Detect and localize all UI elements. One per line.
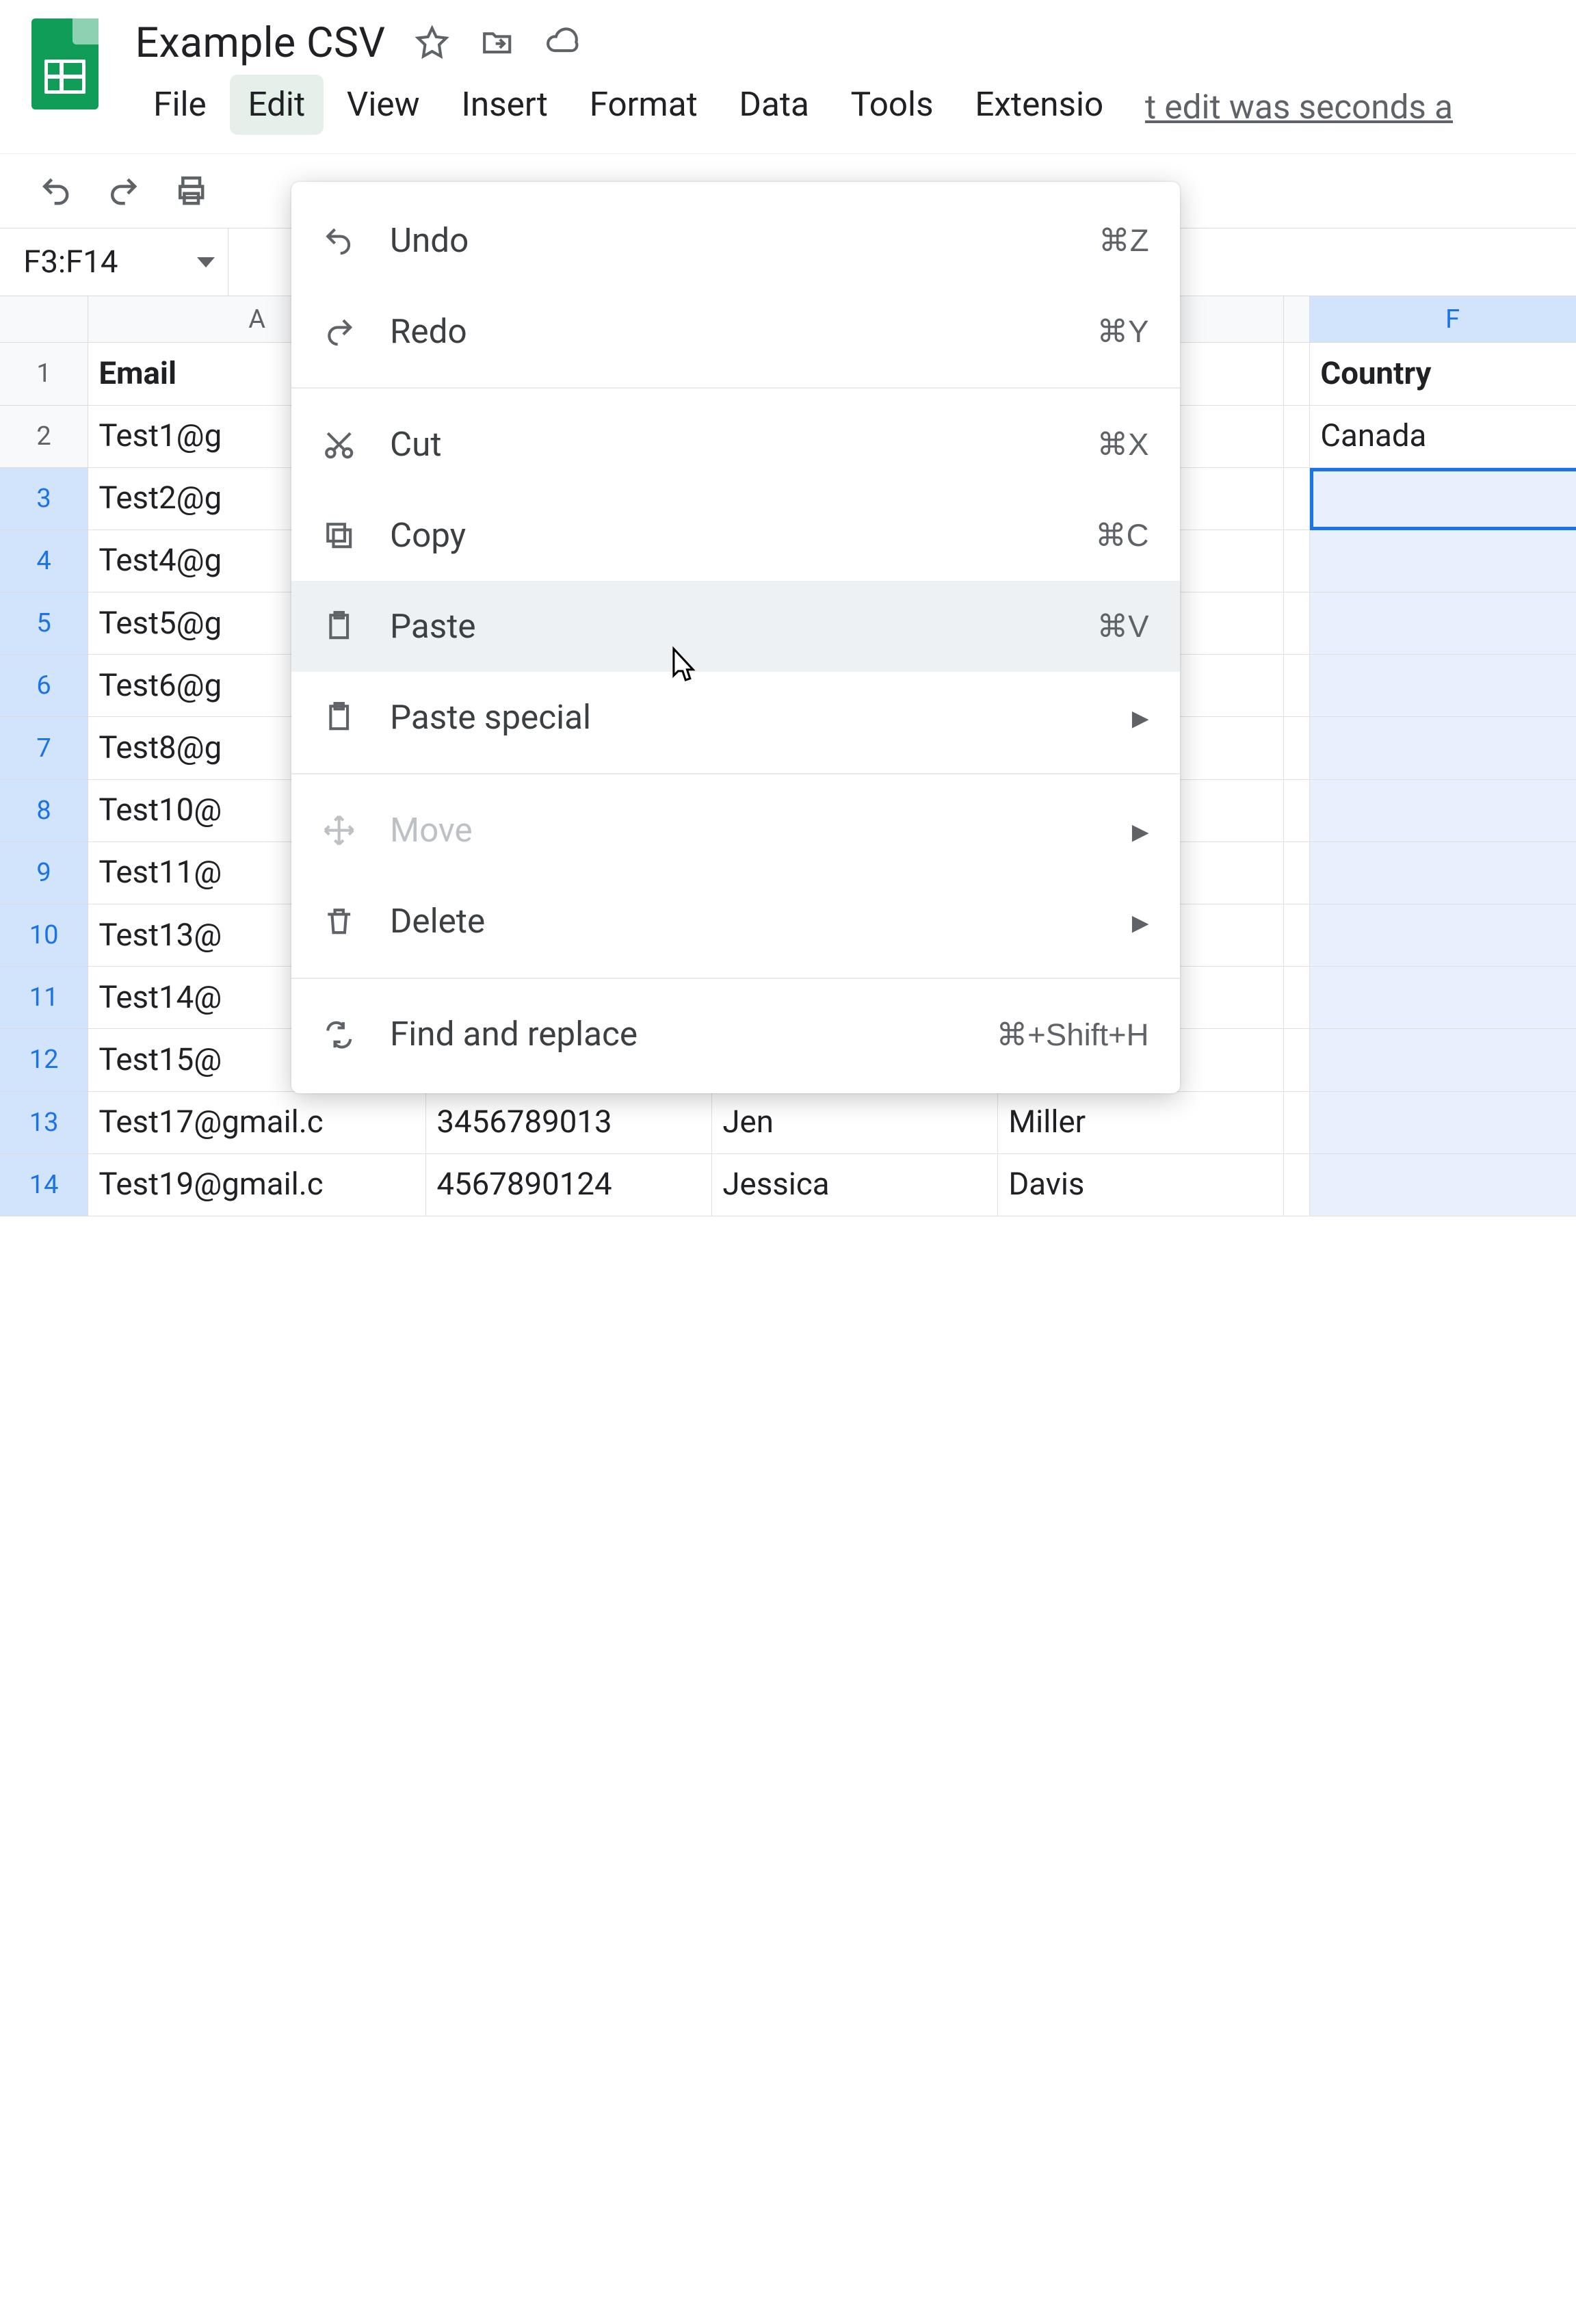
row-header[interactable]: 13 [0, 1092, 88, 1154]
find-replace-icon [319, 1015, 358, 1054]
cell-E-9[interactable] [1284, 842, 1310, 904]
cell-F-5[interactable] [1310, 592, 1576, 655]
cell-E-6[interactable] [1284, 655, 1310, 717]
cell-B-14[interactable]: 4567890124 [426, 1154, 712, 1216]
row-header[interactable]: 3 [0, 468, 88, 530]
menu-edit[interactable]: Edit [230, 75, 324, 135]
cell-E-11[interactable] [1284, 967, 1310, 1029]
submenu-arrow-icon: ▸ [1132, 811, 1149, 851]
caret-down-icon [197, 257, 215, 267]
edit-dropdown-menu: Undo ⌘Z Redo ⌘Y Cut ⌘X Copy ⌘C Paste ⌘V … [291, 182, 1181, 1093]
cut-icon [319, 425, 358, 464]
sheets-logo[interactable] [31, 18, 99, 109]
cell-E-5[interactable] [1284, 592, 1310, 655]
col-header-E[interactable] [1284, 296, 1310, 343]
menu-item-paste-special[interactable]: Paste special ▸ [291, 672, 1181, 763]
paste-icon [319, 698, 358, 737]
row-header[interactable]: 2 [0, 406, 88, 468]
menu-data[interactable]: Data [721, 75, 828, 135]
menu-item-redo[interactable]: Redo ⌘Y [291, 286, 1181, 377]
cell-C-13[interactable]: Jen [712, 1092, 998, 1154]
menu-item-find-replace[interactable]: Find and replace ⌘+Shift+H [291, 989, 1181, 1080]
cell-E-4[interactable] [1284, 530, 1310, 592]
cell-E-2[interactable] [1284, 406, 1310, 468]
menu-format[interactable]: Format [571, 75, 715, 135]
cell-F-8[interactable] [1310, 780, 1576, 842]
cell-C-14[interactable]: Jessica [712, 1154, 998, 1216]
cell-B-13[interactable]: 3456789013 [426, 1092, 712, 1154]
copy-icon [319, 516, 358, 555]
cell-F-14[interactable] [1310, 1154, 1576, 1216]
row-header[interactable]: 7 [0, 717, 88, 779]
col-header-F[interactable]: F [1310, 296, 1576, 343]
cell-F-10[interactable] [1310, 904, 1576, 967]
cell-F-7[interactable] [1310, 717, 1576, 779]
cell-E-1[interactable] [1284, 343, 1310, 405]
cell-F-12[interactable] [1310, 1029, 1576, 1091]
menu-item-delete[interactable]: Delete ▸ [291, 876, 1181, 967]
name-box[interactable]: F3:F14 [0, 229, 228, 296]
cell-F-9[interactable] [1310, 842, 1576, 904]
cell-F-6[interactable] [1310, 655, 1576, 717]
cell-F-1[interactable]: Country [1310, 343, 1576, 405]
redo-icon [319, 312, 358, 351]
row-header[interactable]: 14 [0, 1154, 88, 1216]
menu-view[interactable]: View [328, 75, 438, 135]
cell-F-3[interactable] [1310, 468, 1576, 530]
submenu-arrow-icon: ▸ [1132, 697, 1149, 737]
cell-E-10[interactable] [1284, 904, 1310, 967]
submenu-arrow-icon: ▸ [1132, 902, 1149, 942]
cell-E-12[interactable] [1284, 1029, 1310, 1091]
menubar: File Edit View Insert Format Data Tools … [135, 75, 1453, 135]
cloud-status-icon[interactable] [544, 25, 580, 61]
menu-item-paste[interactable]: Paste ⌘V [291, 581, 1181, 672]
menu-item-cut[interactable]: Cut ⌘X [291, 399, 1181, 490]
select-all-corner[interactable] [0, 296, 88, 343]
cell-E-3[interactable] [1284, 468, 1310, 530]
cell-A-14[interactable]: Test19@gmail.c [88, 1154, 426, 1216]
cell-F-2[interactable]: Canada [1310, 406, 1576, 468]
cell-D-14[interactable]: Davis [998, 1154, 1284, 1216]
cell-F-4[interactable] [1310, 530, 1576, 592]
cell-E-14[interactable] [1284, 1154, 1310, 1216]
row-header[interactable]: 10 [0, 904, 88, 967]
undo-icon[interactable] [36, 172, 75, 211]
name-box-value: F3:F14 [23, 244, 118, 280]
cell-F-13[interactable] [1310, 1092, 1576, 1154]
row-header[interactable]: 4 [0, 530, 88, 592]
paste-icon [319, 607, 358, 646]
menu-item-move: Move ▸ [291, 785, 1181, 876]
print-icon[interactable] [172, 172, 211, 211]
cell-D-13[interactable]: Miller [998, 1092, 1284, 1154]
row-header[interactable]: 8 [0, 780, 88, 842]
undo-icon [319, 221, 358, 260]
row-header[interactable]: 9 [0, 842, 88, 904]
menu-extensions[interactable]: Extensio [957, 75, 1122, 135]
menu-item-undo[interactable]: Undo ⌘Z [291, 195, 1181, 286]
star-icon[interactable] [414, 25, 450, 61]
row-header[interactable]: 12 [0, 1029, 88, 1091]
document-title[interactable]: Example CSV [135, 18, 386, 67]
menu-item-copy[interactable]: Copy ⌘C [291, 490, 1181, 581]
redo-icon[interactable] [104, 172, 143, 211]
menu-tools[interactable]: Tools [832, 75, 951, 135]
menu-insert[interactable]: Insert [443, 75, 566, 135]
cell-E-7[interactable] [1284, 717, 1310, 779]
cell-F-11[interactable] [1310, 967, 1576, 1029]
row-header[interactable]: 5 [0, 592, 88, 655]
delete-icon [319, 902, 358, 941]
row-header[interactable]: 11 [0, 967, 88, 1029]
last-edit-text[interactable]: t edit was seconds a [1145, 75, 1453, 135]
cell-E-13[interactable] [1284, 1092, 1310, 1154]
cell-A-13[interactable]: Test17@gmail.c [88, 1092, 426, 1154]
cell-E-8[interactable] [1284, 780, 1310, 842]
move-to-folder-icon[interactable] [479, 25, 515, 61]
row-header[interactable]: 6 [0, 655, 88, 717]
move-icon [319, 811, 358, 850]
menu-file[interactable]: File [135, 75, 225, 135]
row-header[interactable]: 1 [0, 343, 88, 405]
